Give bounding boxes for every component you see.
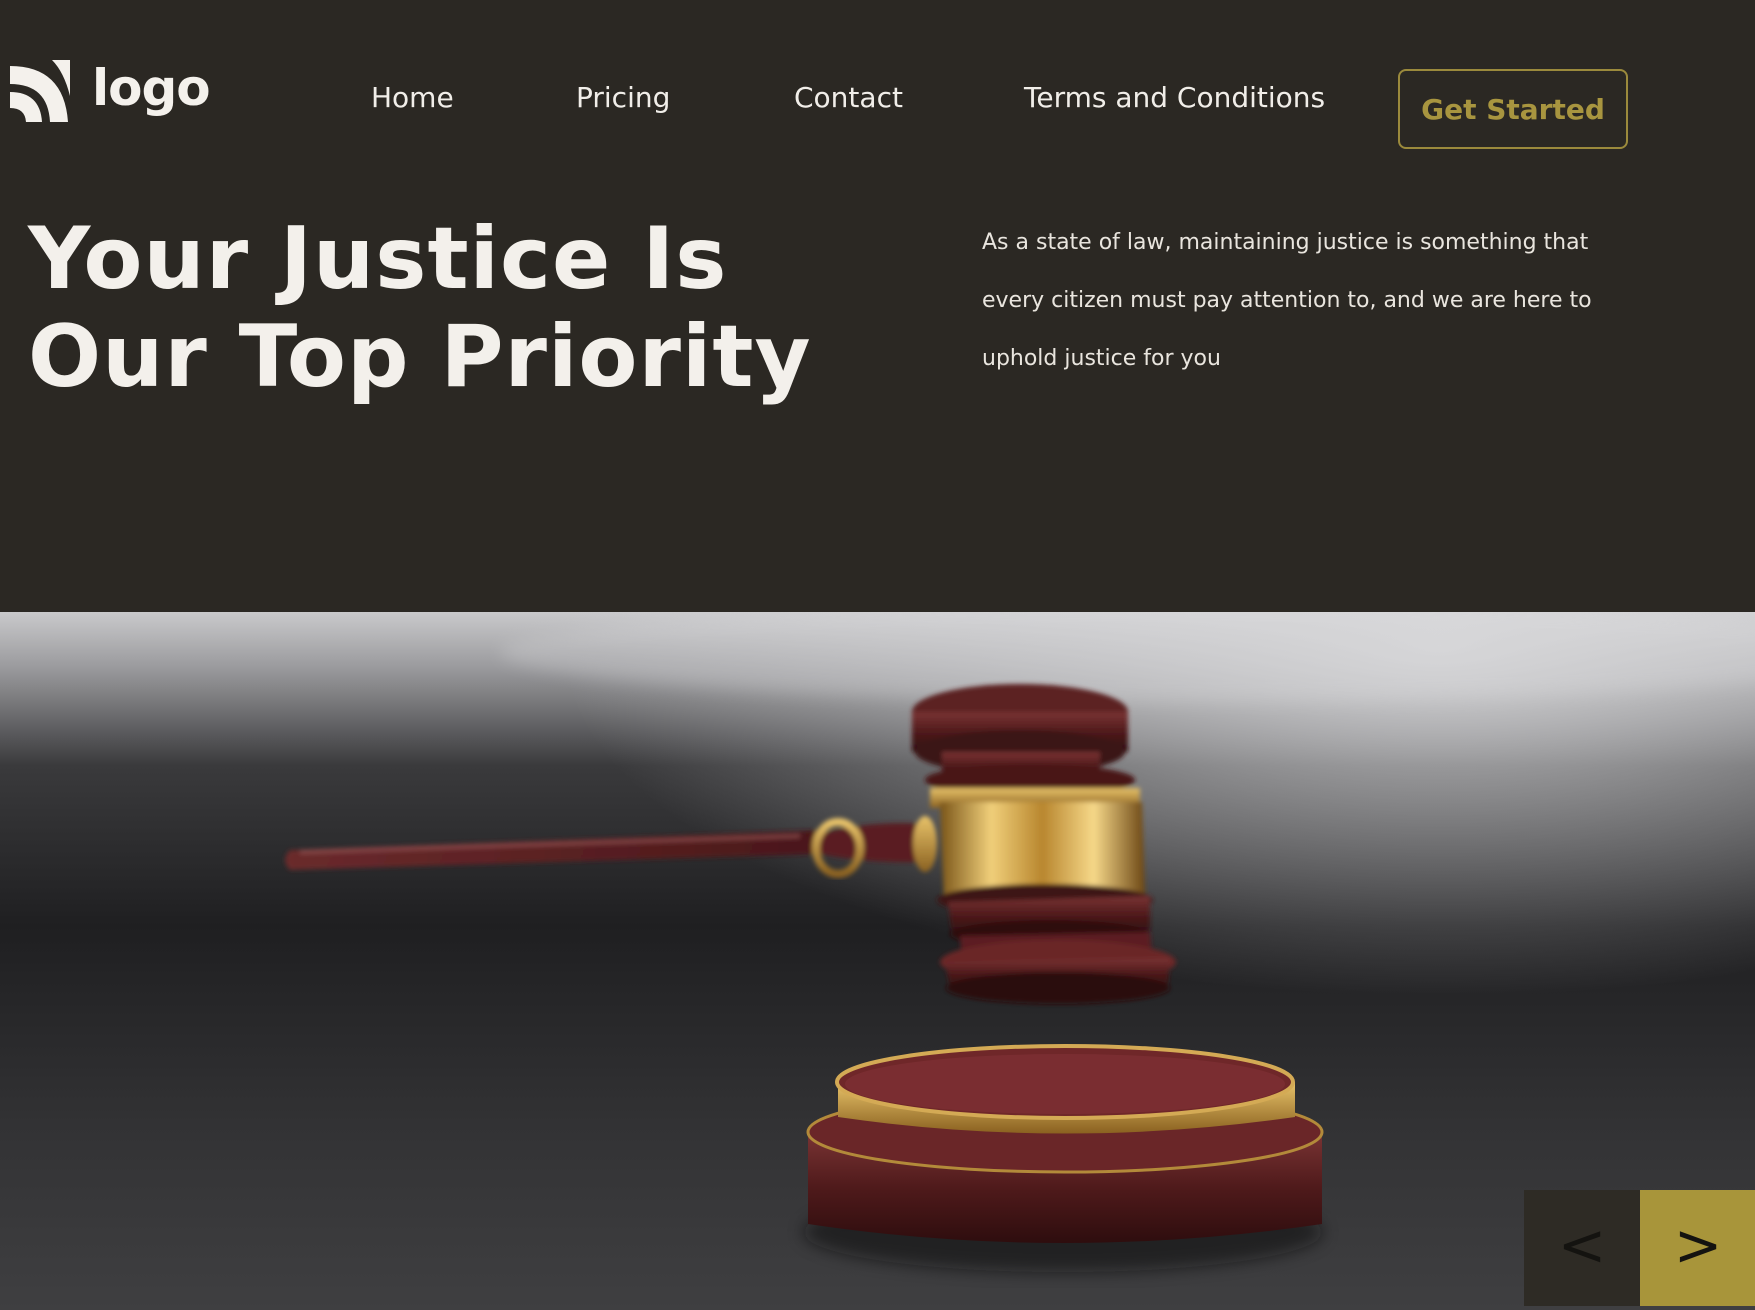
chevron-left-icon: < [1557,1211,1607,1279]
slider-prev-button[interactable]: < [1524,1190,1640,1306]
hero-title-line-1: Your Justice Is [28,209,728,309]
gavel-icon [0,612,1755,1310]
hero-description: As a state of law, maintaining justice i… [982,230,1592,371]
nav-pricing-link[interactable]: Pricing [576,78,670,118]
slider-next-button[interactable]: > [1640,1190,1755,1306]
nav-terms-link[interactable]: Terms and Conditions [1024,78,1325,118]
get-started-button[interactable]: Get Started [1398,69,1628,149]
landing-page: logo Home Pricing Contact Terms and Cond… [0,0,1755,1310]
nav-home-link[interactable]: Home [371,78,454,118]
nav-contact-link[interactable]: Contact [794,78,903,118]
site-header: logo Home Pricing Contact Terms and Cond… [0,0,1755,190]
chevron-right-icon: > [1673,1211,1723,1279]
slider-controls: < > [1524,1190,1755,1306]
hero-title-line-2: Our Top Priority [28,307,812,407]
hero-image [0,612,1755,1310]
hero-title: Your Justice Is Our Top Priority [28,210,812,406]
